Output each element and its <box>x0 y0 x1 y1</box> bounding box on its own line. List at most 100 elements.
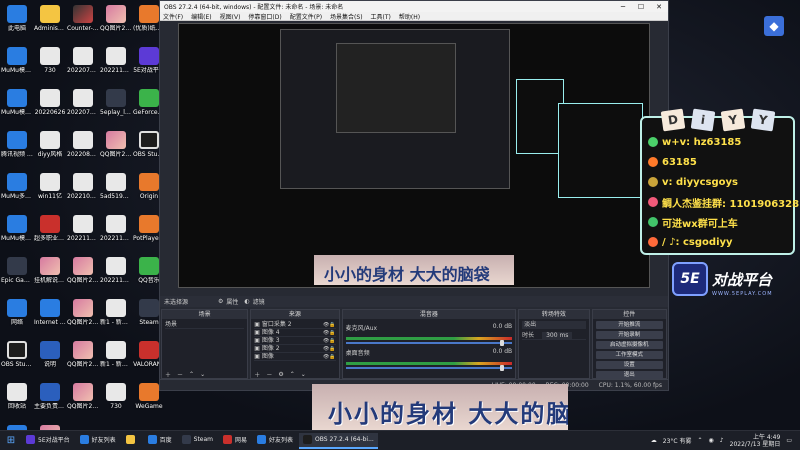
desktop-icon[interactable]: 回收站 <box>1 380 33 421</box>
desktop-icon[interactable]: Administr... <box>34 2 66 43</box>
taskbar-button[interactable] <box>122 433 142 449</box>
windows-start-icon[interactable]: ⊞ <box>0 431 22 450</box>
control-button[interactable]: 开始推流 <box>595 321 663 329</box>
visibility-lock-icon[interactable]: 👁🔒 <box>323 345 336 353</box>
volume-slider[interactable] <box>345 340 513 346</box>
weather-text[interactable]: 23°C 有雾 <box>663 436 692 445</box>
properties-button[interactable]: 属性 <box>226 297 238 306</box>
desktop-icon[interactable]: MuMu模拟器12 <box>1 86 33 127</box>
desktop-icon[interactable]: MuMu多开器 <box>1 170 33 211</box>
desktop-icon[interactable]: 主要负责人微说明(1) <box>34 380 66 421</box>
notification-icon[interactable]: ▭ <box>786 437 792 444</box>
desktop-icon[interactable]: MuMu模拟器12 <box>1 212 33 253</box>
list-item[interactable]: 场景 <box>165 321 245 329</box>
list-item[interactable]: ▣ 图像 2 👁🔒 <box>254 345 336 353</box>
taskbar-button[interactable]: 好友列表 <box>253 433 297 449</box>
down-icon[interactable]: ⌄ <box>200 371 205 378</box>
slider-handle[interactable] <box>500 365 505 371</box>
up-icon[interactable]: ⌃ <box>189 371 194 378</box>
maximize-icon[interactable]: ☐ <box>632 3 650 11</box>
filters-button[interactable]: 滤镜 <box>253 297 265 306</box>
desktop-icon[interactable]: 20221107... <box>67 212 99 253</box>
desktop-icon[interactable]: QQ图片2022101... <box>67 380 99 421</box>
clock[interactable]: 上午 4:49 2022/7/13 星期日 <box>730 434 781 448</box>
control-button[interactable]: 退出 <box>595 371 663 379</box>
obs-titlebar[interactable]: OBS 27.2.4 (64-bit, windows) - 配置文件: 未命名… <box>160 1 668 12</box>
desktop-icon[interactable]: 20220804... <box>67 128 99 169</box>
menu-item[interactable]: 文件(F) <box>163 12 183 21</box>
menu-item[interactable]: 场景集合(S) <box>330 12 363 21</box>
chevron-up-icon[interactable]: ⌃ <box>698 437 703 444</box>
scenes-list[interactable]: 场景 <box>162 319 247 331</box>
desktop-icon[interactable]: 新1 - 新一类连播 (2)... <box>100 296 132 337</box>
control-button[interactable]: 工作室模式 <box>595 351 663 359</box>
control-button[interactable]: 开始录制 <box>595 331 663 339</box>
filter-icon[interactable]: ◐ <box>244 298 249 305</box>
network-icon[interactable]: ◉ <box>709 437 714 444</box>
transition-select[interactable]: 淡出 <box>522 321 586 329</box>
desktop-icon[interactable]: 5eplay_logo 直播素材... <box>100 86 132 127</box>
sources-list[interactable]: ▣ 窗口采集 2 👁🔒 ▣ 图像 4 👁🔒 ▣ 图像 3 👁🔒 ▣ 图像 2 👁🔒 ▣ … <box>251 319 338 363</box>
menu-item[interactable]: 视图(V) <box>220 12 241 21</box>
list-item[interactable]: ▣ 图像 4 👁🔒 <box>254 329 336 337</box>
desktop-icon[interactable]: win11亿 <box>34 170 66 211</box>
desktop-icon[interactable]: QQ图片2022101... <box>100 2 132 43</box>
taskbar-button[interactable]: 百度 <box>144 433 176 449</box>
desktop-icon[interactable]: 5ad51984... <box>100 170 132 211</box>
desktop-icon[interactable]: 腾讯视频 - 天天天... <box>1 128 33 169</box>
desktop-icon[interactable]: QQ图片2022101... <box>67 296 99 337</box>
menu-item[interactable]: 编辑(E) <box>191 12 211 21</box>
desktop-icon[interactable]: Counter-S... Global Off... <box>67 2 99 43</box>
gear-icon[interactable]: ⚙ <box>278 371 283 378</box>
weather-icon[interactable]: ☁ <box>651 437 657 444</box>
desktop-icon[interactable]: 730 <box>100 380 132 421</box>
visibility-lock-icon[interactable]: 👁🔒 <box>323 321 336 329</box>
desktop-icon[interactable]: QQ图片2022101... <box>100 128 132 169</box>
control-button[interactable]: 启动虚拟摄像机 <box>595 341 663 349</box>
desktop-icon[interactable]: 2022110... <box>100 212 132 253</box>
desktop-icon[interactable]: Internet Explorer <box>34 296 66 337</box>
control-button[interactable]: 设置 <box>595 361 663 369</box>
close-icon[interactable]: ✕ <box>650 3 668 11</box>
taskbar-button[interactable]: 网易 <box>219 433 251 449</box>
desktop-icon[interactable]: 20220711... <box>67 86 99 127</box>
taskbar-button[interactable]: 5E对战平台 <box>22 433 74 449</box>
desktop-icon[interactable]: 此电脑 <box>1 2 33 43</box>
remove-icon[interactable]: － <box>177 370 183 379</box>
desktop-icon[interactable]: OBS Studio <box>1 338 33 379</box>
menu-item[interactable]: 工具(T) <box>371 12 391 21</box>
desktop-icon[interactable]: 730 <box>34 44 66 85</box>
desktop-icon[interactable]: QQ图片2022101... <box>67 338 99 379</box>
minimize-icon[interactable]: ─ <box>614 3 632 11</box>
desktop-icon[interactable]: 2022104... <box>67 170 99 211</box>
taskbar-button[interactable]: 好友列表 <box>76 433 120 449</box>
desktop-icon[interactable]: 网络 <box>1 296 33 337</box>
volume-slider[interactable] <box>345 365 513 371</box>
desktop-icon[interactable]: 新1 - 新一类连播 (2)... <box>100 338 132 379</box>
remove-icon[interactable]: － <box>266 370 272 379</box>
desktop-icon[interactable]: 说明 <box>34 338 66 379</box>
desktop-icon[interactable]: Epic Games Launcher <box>1 254 33 295</box>
duration-input[interactable]: 300 ms <box>542 332 573 339</box>
taskbar-button[interactable]: OBS 27.2.4 (64-bi... <box>299 432 378 449</box>
list-item[interactable]: ▣ 窗口采集 2 👁🔒 <box>254 321 336 329</box>
obs-window[interactable]: OBS 27.2.4 (64-bit, windows) - 配置文件: 未命名… <box>159 0 669 391</box>
obs-preview[interactable]: 小小的身材 大大的脑袋 <box>178 23 650 288</box>
up-icon[interactable]: ⌃ <box>290 371 295 378</box>
desktop-icon[interactable]: QQ图片2022101... <box>67 254 99 295</box>
visibility-lock-icon[interactable]: 👁🔒 <box>323 329 336 337</box>
desktop-icon[interactable]: MuMu模拟器12 <box>1 44 33 85</box>
visibility-lock-icon[interactable]: 👁🔒 <box>323 353 336 361</box>
menu-item[interactable]: 帮助(H) <box>399 12 420 21</box>
menu-item[interactable]: 配置文件(P) <box>290 12 322 21</box>
list-item[interactable]: ▣ 图像 👁🔒 <box>254 353 336 361</box>
desktop-icon[interactable]: diyy风格 <box>34 128 66 169</box>
desktop-icon[interactable]: 挂机解说神器 <box>34 254 66 295</box>
volume-icon[interactable]: ♪ <box>720 437 724 444</box>
desktop-icon[interactable]: 超多职业154 雷神... <box>34 212 66 253</box>
desktop-icon[interactable]: 20220711... <box>67 44 99 85</box>
desktop-icon[interactable]: 2022110... <box>100 44 132 85</box>
add-icon[interactable]: ＋ <box>254 370 260 379</box>
desktop-icon[interactable]: 20220626 <box>34 86 66 127</box>
gear-icon[interactable]: ⚙ <box>218 298 223 305</box>
